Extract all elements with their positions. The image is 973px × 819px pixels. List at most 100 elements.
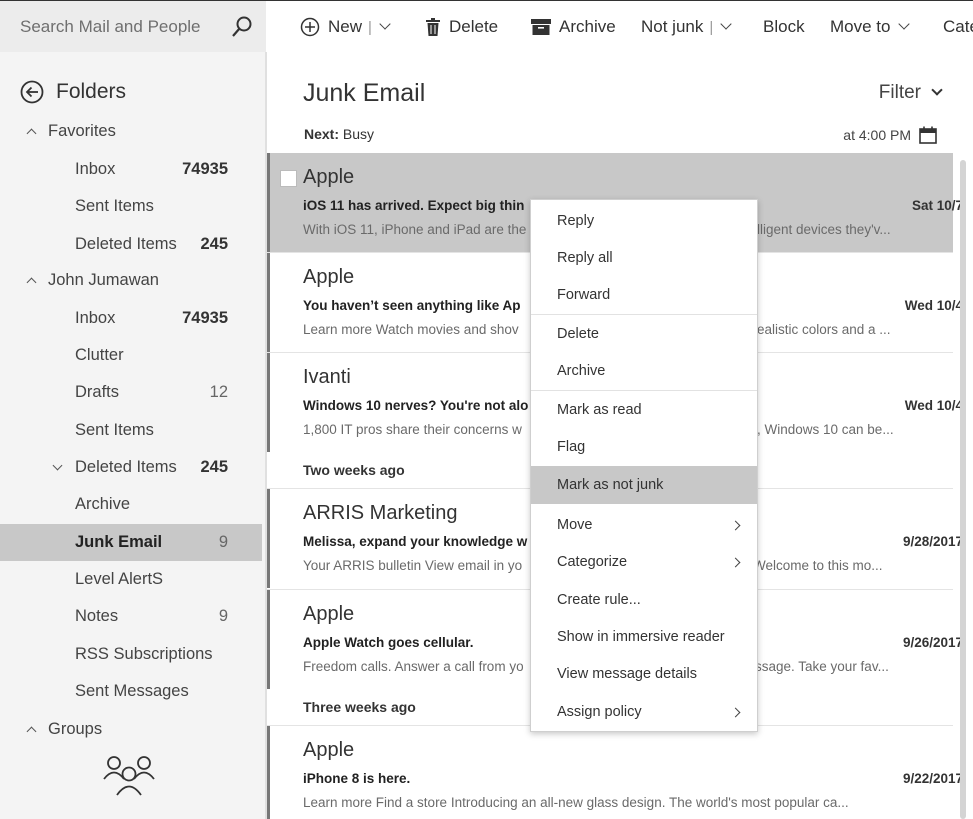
menu-view-message-details[interactable]: View message details: [531, 655, 757, 693]
item-count: 9: [218, 607, 228, 625]
command-toolbar: New | Delete Archive Not junk | Block Mo…: [266, 1, 973, 52]
chevron-down-icon[interactable]: [720, 18, 732, 30]
message-indicator: [267, 253, 270, 352]
menu-mark-as-not-junk[interactable]: Mark as not junk: [531, 466, 757, 504]
menu-move[interactable]: Move: [531, 506, 757, 544]
message-item[interactable]: Apple iPhone 8 is here. 9/22/2017 Learn …: [267, 726, 963, 819]
menu-item-label: Categorize: [557, 554, 628, 570]
delete-label: Delete: [449, 17, 499, 36]
top-bar: Search Mail and People New | Delete Arch…: [0, 0, 973, 52]
message-checkbox[interactable]: [280, 170, 297, 187]
menu-item-label: View message details: [557, 666, 697, 682]
next-label: Next:: [304, 126, 340, 142]
folder-label: Inbox: [75, 309, 116, 327]
account-group[interactable]: John Jumawan: [0, 262, 262, 299]
menu-item-label: Show in immersive reader: [557, 629, 725, 645]
account-label: John Jumawan: [48, 271, 159, 289]
menu-immersive-reader[interactable]: Show in immersive reader: [531, 618, 757, 656]
menu-delete[interactable]: Delete: [531, 315, 757, 353]
next-event[interactable]: Next: Busy: [304, 126, 374, 142]
menu-reply[interactable]: Reply: [531, 202, 757, 240]
block-button[interactable]: Block: [763, 15, 805, 39]
search-icon[interactable]: [230, 15, 254, 39]
not-junk-button[interactable]: Not junk |: [641, 15, 732, 39]
preview-start: Your ARRIS bulletin View email in yo: [303, 558, 523, 573]
unread-count: 245: [200, 235, 228, 253]
item-count: 9: [218, 533, 228, 551]
caret-down-icon[interactable]: [52, 460, 63, 471]
folder-level-alerts[interactable]: Level AlertS: [0, 561, 262, 598]
folder-inbox[interactable]: Inbox 74935: [0, 300, 262, 337]
menu-forward[interactable]: Forward: [531, 276, 757, 314]
message-date: 9/28/2017: [902, 534, 963, 549]
folder-notes[interactable]: Notes 9: [0, 598, 262, 635]
message-date: 9/26/2017: [902, 635, 963, 650]
folder-label: Sent Items: [75, 421, 154, 439]
archive-button[interactable]: Archive: [531, 15, 616, 39]
folder-label: Notes: [75, 607, 119, 625]
folder-junk-email[interactable]: Junk Email 9: [0, 524, 262, 561]
top-border: [0, 0, 973, 1]
folder-sent-messages[interactable]: Sent Messages: [0, 673, 262, 710]
menu-assign-policy[interactable]: Assign policy: [531, 693, 757, 731]
folder-favorites-sent-items[interactable]: Sent Items: [0, 188, 262, 225]
folder-rss-subscriptions[interactable]: RSS Subscriptions: [0, 636, 262, 673]
folders-header[interactable]: Folders: [20, 80, 126, 104]
menu-item-label: Delete: [557, 326, 599, 342]
scrollbar[interactable]: [960, 160, 966, 819]
move-to-label: Move to: [830, 17, 891, 36]
search-box[interactable]: Search Mail and People: [0, 1, 266, 52]
filter-label: Filter: [878, 82, 921, 103]
date-group-header: Two weeks ago: [303, 462, 405, 478]
filter-button[interactable]: Filter: [878, 82, 943, 104]
menu-item-label: Archive: [557, 363, 606, 379]
folder-pane: Folders Favorites Inbox 74935 Sent Items…: [0, 52, 266, 819]
chevron-down-icon: [931, 84, 943, 96]
move-to-button[interactable]: Move to: [830, 15, 911, 39]
message-sender: Apple: [303, 739, 355, 761]
caret-up-icon[interactable]: [26, 128, 37, 139]
unread-count: 74935: [182, 160, 228, 178]
menu-reply-all[interactable]: Reply all: [531, 239, 757, 277]
back-arrow-icon[interactable]: [20, 80, 44, 104]
groups-group[interactable]: Groups: [0, 711, 262, 748]
favorites-group[interactable]: Favorites: [0, 113, 262, 150]
preview-end: lligent devices they'v...: [757, 222, 891, 237]
folder-favorites-deleted-items[interactable]: Deleted Items 245: [0, 226, 262, 263]
folder-sent-items[interactable]: Sent Items: [0, 412, 262, 449]
chevron-right-icon: [730, 707, 741, 717]
next-time-label: at 4:00 PM: [843, 127, 911, 143]
folder-drafts[interactable]: Drafts 12: [0, 374, 262, 411]
menu-mark-as-read[interactable]: Mark as read: [531, 391, 757, 429]
search-input[interactable]: Search Mail and People: [20, 17, 201, 37]
folder-clutter[interactable]: Clutter: [0, 337, 262, 374]
menu-categorize[interactable]: Categorize: [531, 543, 757, 581]
delete-button[interactable]: Delete: [425, 15, 498, 39]
groups-label: Groups: [48, 720, 103, 738]
chevron-down-icon[interactable]: [379, 18, 391, 30]
caret-up-icon[interactable]: [26, 726, 37, 737]
folder-archive[interactable]: Archive: [0, 486, 262, 523]
next-value: Busy: [342, 126, 375, 142]
message-indicator: [267, 353, 270, 452]
unread-count: 74935: [182, 309, 228, 327]
categorize-button[interactable]: Cate: [943, 15, 973, 39]
next-event-time[interactable]: at 4:00 PM: [843, 126, 937, 144]
chevron-right-icon: [730, 557, 741, 567]
folder-label: Drafts: [75, 383, 120, 401]
people-group-icon: [103, 756, 155, 796]
menu-flag[interactable]: Flag: [531, 428, 757, 466]
preview-end: ssage. Take your fav...: [755, 659, 889, 674]
menu-archive[interactable]: Archive: [531, 352, 757, 390]
chevron-down-icon: [898, 18, 911, 30]
caret-up-icon[interactable]: [26, 277, 37, 288]
menu-item-label: Forward: [557, 287, 611, 303]
folder-favorites-inbox[interactable]: Inbox 74935: [0, 151, 262, 188]
folder-title: Junk Email: [303, 79, 426, 107]
menu-create-rule[interactable]: Create rule...: [531, 581, 757, 619]
categorize-label: Cate: [943, 17, 973, 36]
new-button[interactable]: New |: [300, 15, 391, 39]
message-date: Wed 10/4: [904, 298, 963, 313]
menu-item-label: Assign policy: [557, 704, 642, 720]
folder-deleted-items[interactable]: Deleted Items 245: [0, 449, 262, 486]
